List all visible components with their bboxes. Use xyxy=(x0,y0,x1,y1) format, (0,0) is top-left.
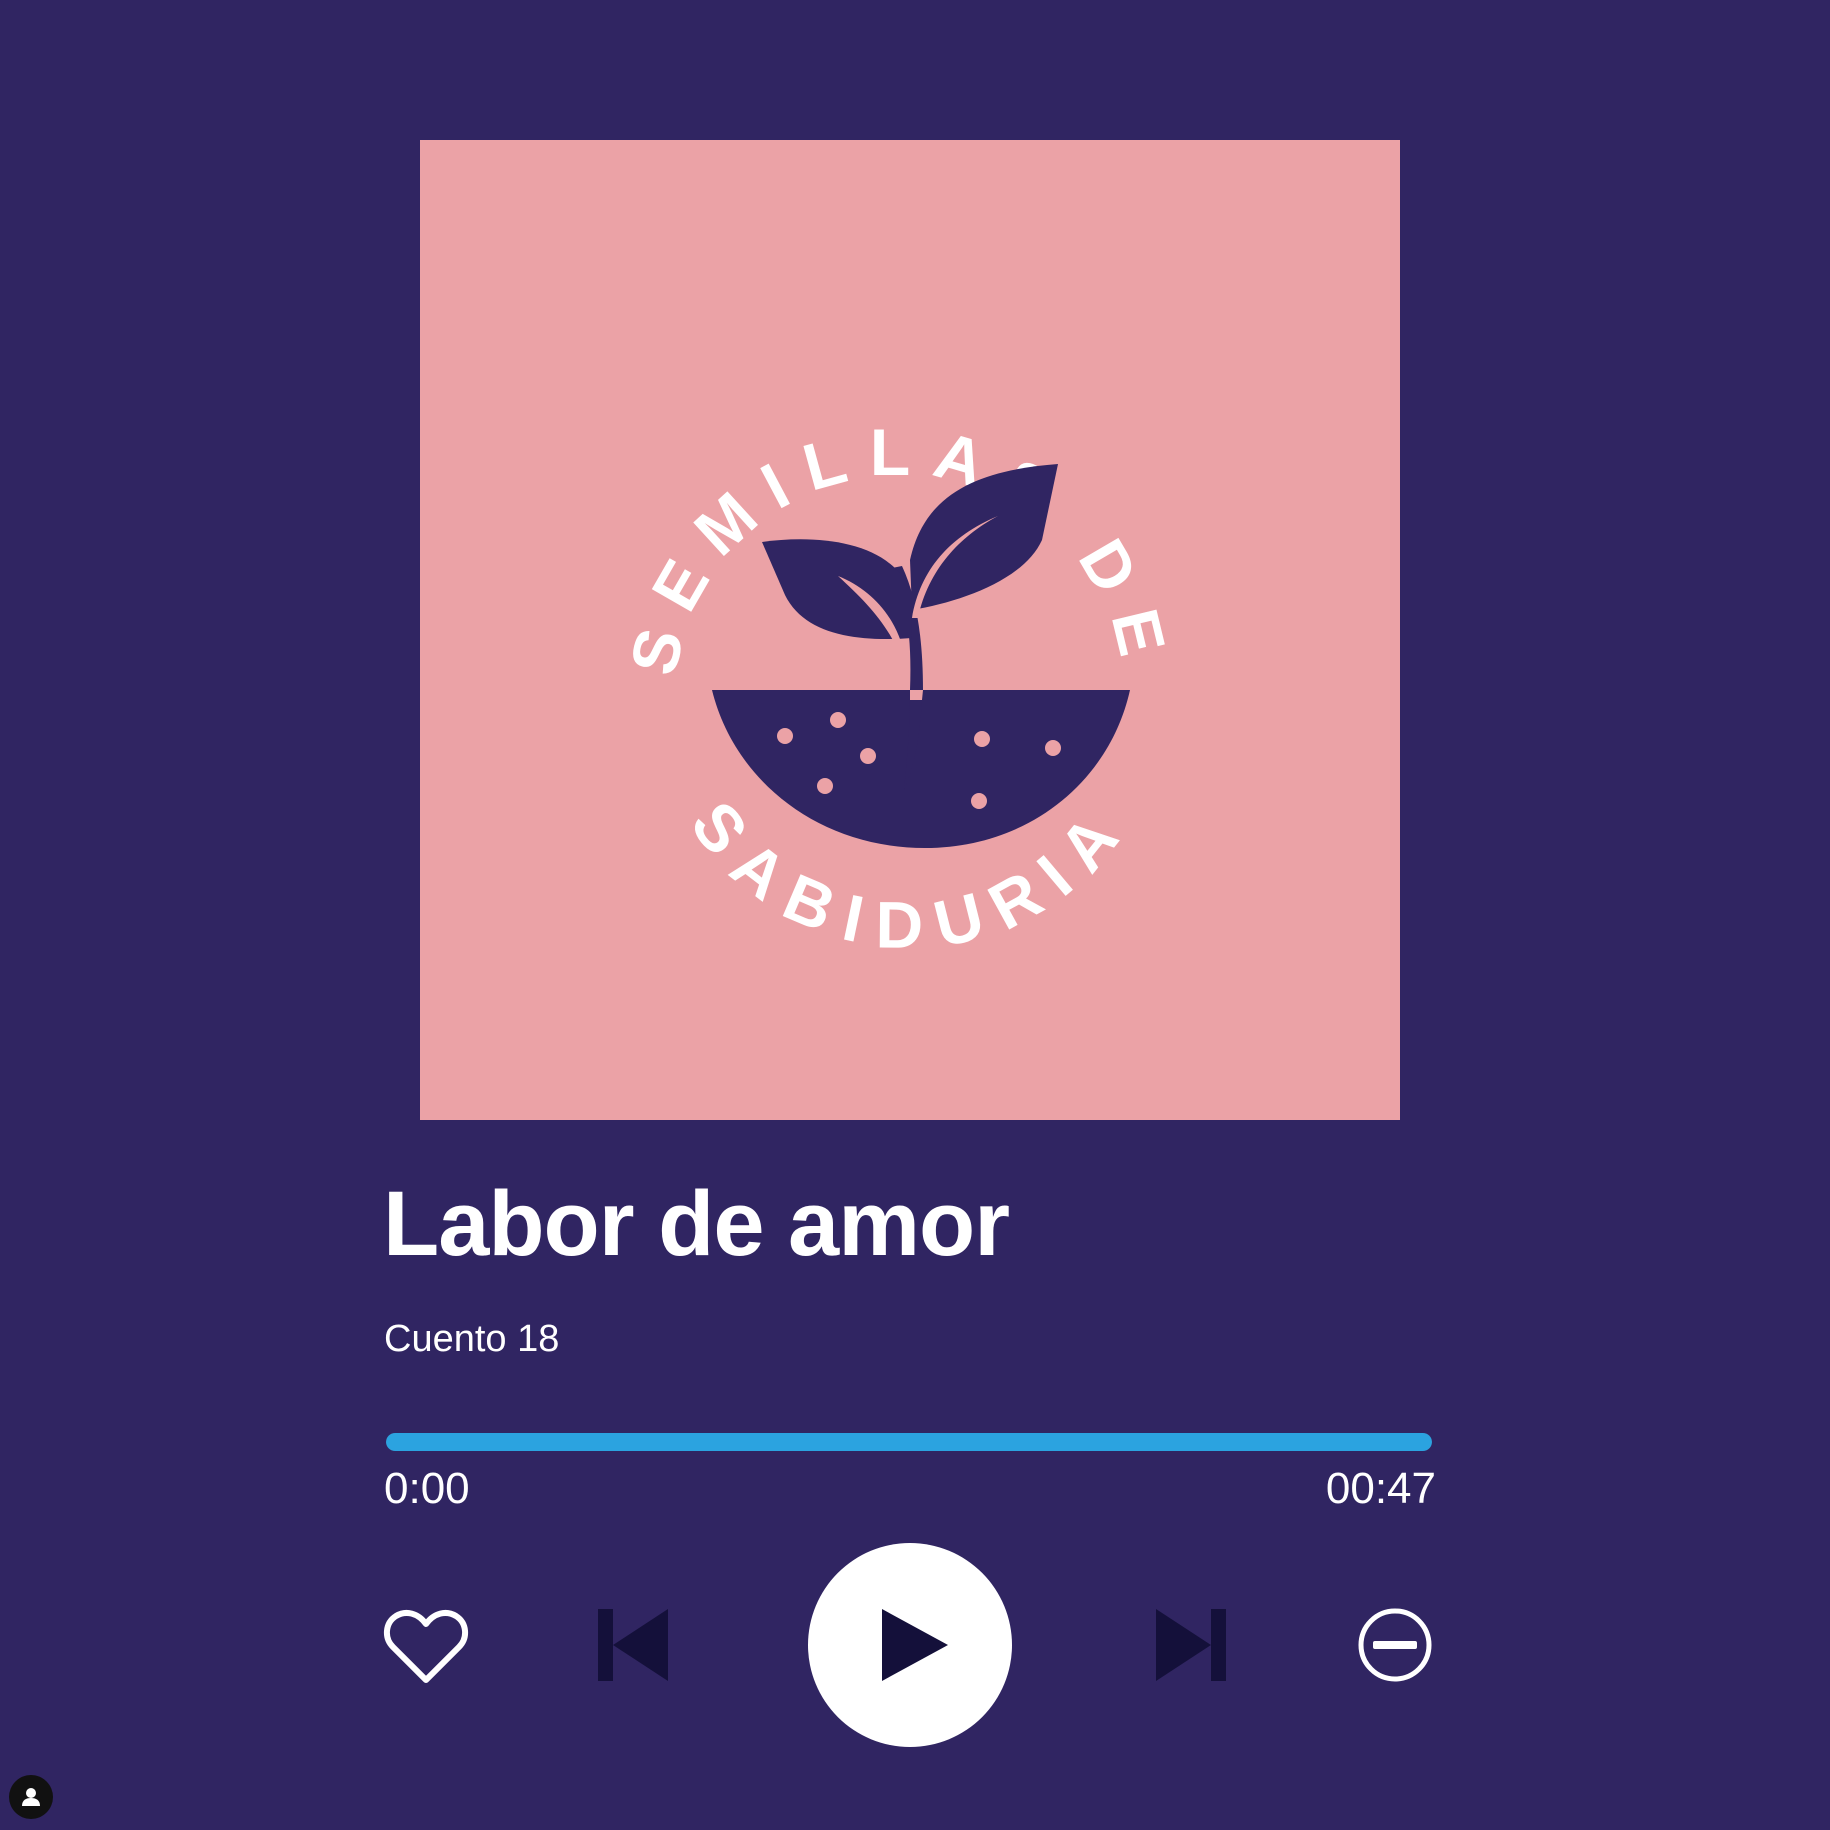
play-icon xyxy=(882,1609,948,1681)
next-button[interactable] xyxy=(1152,1605,1230,1685)
track-subtitle: Cuento 18 xyxy=(384,1318,560,1360)
elapsed-time: 0:00 xyxy=(384,1464,470,1513)
heart-outline-icon xyxy=(384,1609,468,1683)
semillas-de-sabiduria-logo: SEMILLAS DE SABIDURIA xyxy=(615,415,1164,962)
progress-fill xyxy=(386,1433,1432,1451)
play-button[interactable] xyxy=(808,1543,1012,1747)
user-avatar-icon xyxy=(22,1788,40,1806)
previous-button[interactable] xyxy=(594,1605,672,1685)
minus-circle-icon xyxy=(1358,1608,1432,1682)
progress-bar[interactable] xyxy=(386,1433,1432,1451)
skip-next-icon xyxy=(1156,1609,1226,1681)
duration-time: 00:47 xyxy=(1325,1464,1436,1513)
like-button[interactable] xyxy=(383,1607,469,1687)
profile-badge[interactable] xyxy=(9,1775,53,1819)
skip-previous-icon xyxy=(598,1609,668,1681)
player-screen: SEMILLAS DE SABIDURIA xyxy=(0,0,1830,1830)
album-artwork: SEMILLAS DE SABIDURIA xyxy=(420,140,1400,1120)
remove-button[interactable] xyxy=(1356,1606,1434,1684)
track-title: Labor de amor xyxy=(383,1173,1010,1275)
